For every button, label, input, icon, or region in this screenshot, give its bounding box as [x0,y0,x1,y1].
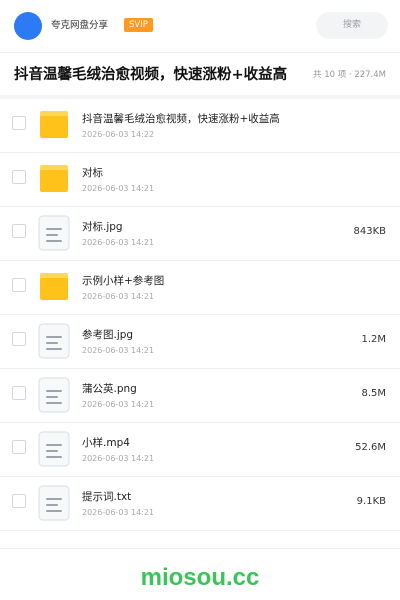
file-date: 2026-06-03 14:21 [82,454,155,463]
select-checkbox[interactable] [12,494,26,508]
share-owner-name: 夸克网盘分享 [51,20,109,31]
file-name: 参考图.jpg [82,329,134,341]
select-checkbox[interactable] [12,278,26,292]
search-button[interactable]: 搜索 [316,12,388,39]
folder-icon [38,107,70,143]
file-row[interactable]: 示例小样+参考图 2026-06-03 14:21 [0,261,400,315]
file-row[interactable]: 参考图.jpg 2026-06-03 14:21 1.2M [0,315,400,369]
file-row[interactable]: 抖音温馨毛绒治愈视频，快速涨粉+收益高 2026-06-03 14:22 [0,99,400,153]
file-row[interactable]: 对标.jpg 2026-06-03 14:21 843KB [0,207,400,261]
folder-title-row: 抖音温馨毛绒治愈视频，快速涨粉+收益高 共 10 项 · 227.4M [0,53,400,95]
file-size: 52.6M [355,442,386,453]
header-bar: 夸克网盘分享 SVIP 搜索 [0,0,400,52]
file-list: 抖音温馨毛绒治愈视频，快速涨粉+收益高 2026-06-03 14:22 对标 … [0,99,400,531]
file-date: 2026-06-03 14:21 [82,184,155,193]
file-row[interactable]: 对标 2026-06-03 14:21 [0,153,400,207]
file-name: 蒲公英.png [82,383,137,395]
file-row[interactable]: 提示词.txt 2026-06-03 14:21 9.1KB [0,477,400,531]
watermark-text: miosou.cc [140,564,260,591]
file-row[interactable]: 蒲公英.png 2026-06-03 14:21 8.5M [0,369,400,423]
share-page: 夸克网盘分享 SVIP 搜索 抖音温馨毛绒治愈视频，快速涨粉+收益高 共 10 … [0,0,400,600]
item-count-size: 共 10 项 · 227.4M [313,70,386,80]
svip-badge: SVIP [124,18,153,32]
file-size: 8.5M [361,388,386,399]
file-name: 提示词.txt [82,491,132,503]
file-name: 对标.jpg [82,221,123,233]
select-checkbox[interactable] [12,386,26,400]
folder-icon [38,269,70,305]
page-title: 抖音温馨毛绒治愈视频，快速涨粉+收益高 [14,67,288,83]
file-date: 2026-06-03 14:21 [82,292,155,301]
select-checkbox[interactable] [12,170,26,184]
file-icon [38,485,70,521]
file-name: 小样.mp4 [82,437,130,449]
select-checkbox[interactable] [12,332,26,346]
folder-icon [38,161,70,197]
file-row[interactable]: 小样.mp4 2026-06-03 14:21 52.6M [0,423,400,477]
file-date: 2026-06-03 14:22 [82,130,155,139]
file-name: 示例小样+参考图 [82,275,165,287]
file-date: 2026-06-03 14:21 [82,346,155,355]
file-date: 2026-06-03 14:21 [82,400,155,409]
avatar[interactable] [14,12,42,40]
file-icon [38,215,70,251]
file-icon [38,323,70,359]
file-date: 2026-06-03 14:21 [82,238,155,247]
select-checkbox[interactable] [12,224,26,238]
file-size: 1.2M [361,334,386,345]
file-size: 843KB [353,226,386,237]
file-icon [38,377,70,413]
file-name: 抖音温馨毛绒治愈视频，快速涨粉+收益高 [82,113,280,125]
file-name: 对标 [82,167,103,179]
file-icon [38,431,70,467]
file-size: 9.1KB [356,496,386,507]
select-checkbox[interactable] [12,440,26,454]
file-date: 2026-06-03 14:21 [82,508,155,517]
footer-divider [0,548,400,549]
select-checkbox[interactable] [12,116,26,130]
